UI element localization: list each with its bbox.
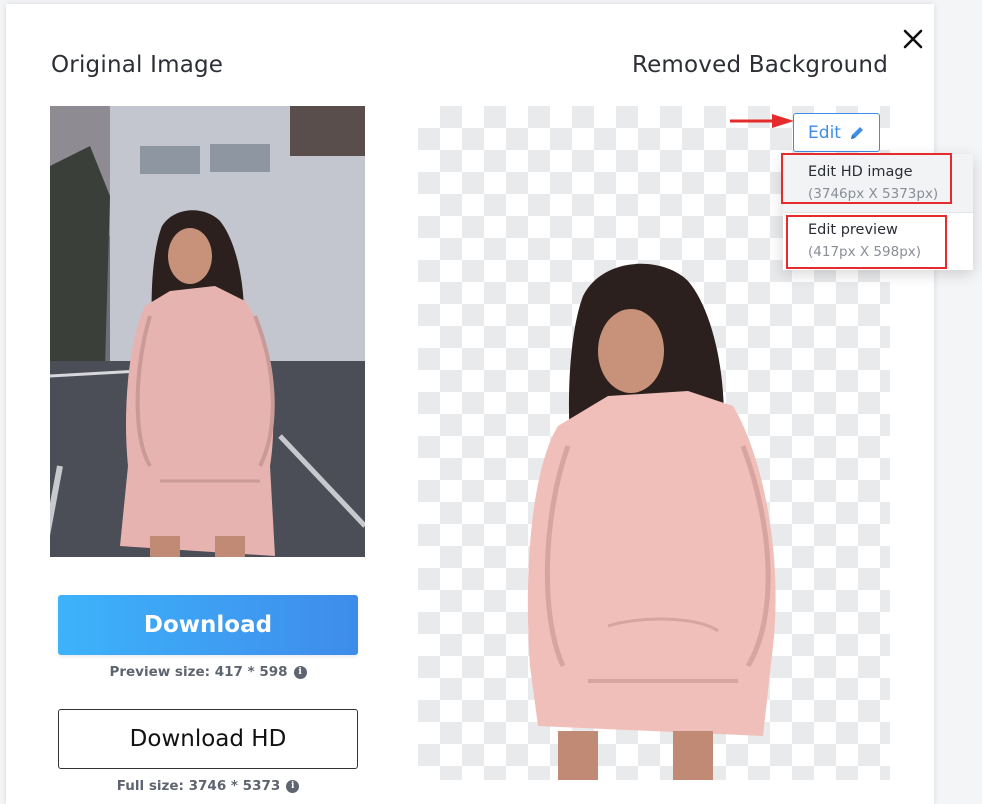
close-icon — [903, 29, 923, 49]
full-size-note: Full size: 3746 * 5373 i — [58, 778, 358, 794]
full-size-text: Full size: 3746 * 5373 — [116, 778, 281, 794]
info-icon[interactable]: i — [286, 779, 300, 793]
menu-item-subtitle: (3746px X 5373px) — [808, 186, 939, 202]
removed-background-title: Removed Background — [631, 52, 888, 78]
menu-item-edit-hd[interactable]: Edit HD image (3746px X 5373px) — [783, 154, 973, 213]
download-hd-button[interactable]: Download HD — [58, 709, 358, 769]
menu-item-edit-preview[interactable]: Edit preview (417px X 598px) — [783, 212, 973, 270]
edit-button[interactable]: Edit — [793, 113, 880, 152]
preview-size-text: Preview size: 417 * 598 — [109, 664, 288, 680]
original-image-title: Original Image — [51, 52, 224, 78]
download-button[interactable]: Download — [58, 595, 358, 655]
preview-size-note: Preview size: 417 * 598 i — [58, 664, 358, 680]
info-icon[interactable]: i — [293, 665, 307, 679]
menu-item-title: Edit preview — [808, 222, 898, 238]
menu-item-title: Edit HD image — [808, 164, 913, 180]
edit-label: Edit — [808, 122, 841, 143]
close-button[interactable] — [898, 24, 928, 54]
original-image — [50, 106, 365, 557]
menu-item-subtitle: (417px X 598px) — [808, 244, 922, 260]
edit-dropdown-menu: Edit HD image (3746px X 5373px) Edit pre… — [783, 154, 973, 270]
pencil-icon — [850, 126, 863, 139]
annotation-arrow — [730, 114, 794, 128]
